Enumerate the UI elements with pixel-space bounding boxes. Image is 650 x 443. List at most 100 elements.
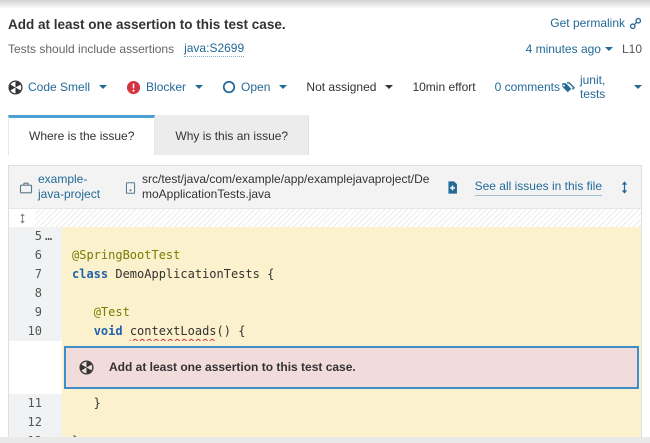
see-all-issues-link[interactable]: See all issues in this file — [475, 179, 602, 196]
chevron-down-icon — [195, 85, 203, 89]
code-smell-icon — [8, 80, 23, 95]
chevron-down-icon — [385, 85, 393, 89]
type-dropdown[interactable]: Code Smell — [8, 80, 107, 95]
status-label: Open — [241, 80, 270, 94]
code-token — [72, 324, 94, 338]
line-ref: L10 — [622, 42, 642, 56]
rule-description: Tests should include assertions — [8, 42, 174, 56]
code-text: } — [62, 394, 641, 413]
tags-label: junit, tests — [580, 73, 625, 101]
code-token: DemoApplicationTests { — [108, 267, 274, 281]
project-name: example-java-project — [38, 172, 112, 202]
code-token: void — [94, 324, 123, 338]
tab-why-is-this-an-issue[interactable]: Why is this an issue? — [155, 115, 309, 155]
chevron-down-icon — [605, 47, 613, 51]
line-gutter: 5… — [9, 227, 62, 246]
age-dropdown[interactable]: 4 minutes ago — [526, 42, 613, 56]
code-token: contextLoads — [130, 324, 217, 338]
pin-file-icon[interactable] — [618, 180, 631, 195]
get-permalink-link[interactable]: Get permalink — [550, 16, 642, 30]
severity-dropdown[interactable]: Blocker — [126, 80, 203, 95]
age-label: 4 minutes ago — [526, 42, 601, 56]
line-gutter: 10 — [9, 322, 62, 341]
file-header: example-java-project src/test/java/com/e… — [9, 166, 641, 209]
top-shadow — [0, 0, 650, 8]
code-token: @Test — [94, 305, 130, 319]
bottom-strip — [0, 437, 650, 443]
project-link[interactable]: example-java-project — [19, 172, 112, 202]
project-icon — [19, 173, 33, 202]
file-path: src/test/java/com/example/app/examplejav… — [124, 172, 434, 202]
code-token: class — [72, 267, 108, 281]
issue-subheader: Tests should include assertions java:S26… — [8, 41, 642, 57]
code-text: @SpringBootTest — [62, 246, 641, 265]
code-token — [123, 324, 130, 338]
code-text: class DemoApplicationTests { — [62, 265, 641, 284]
collapsed-lines-hatch — [35, 209, 641, 227]
issue-title: Add at least one assertion to this test … — [8, 16, 286, 33]
code-token — [72, 305, 94, 319]
issue-message-box[interactable]: Add at least one assertion to this test … — [64, 346, 639, 389]
issue-detail-page: Add at least one assertion to this test … — [0, 0, 650, 443]
line-number[interactable]: 11 — [9, 394, 42, 413]
assignee-label: Not assigned — [306, 80, 376, 94]
permalink-icon — [629, 17, 642, 30]
blocker-severity-icon — [126, 80, 141, 95]
line-number[interactable]: 5 — [9, 227, 42, 246]
expand-ellipsis[interactable]: … — [45, 227, 52, 246]
assignee-dropdown[interactable]: Not assigned — [306, 80, 393, 94]
code-text — [62, 227, 641, 246]
issue-message: Add at least one assertion to this test … — [109, 358, 356, 377]
chevron-down-icon — [634, 85, 642, 89]
code-smell-icon — [79, 360, 94, 375]
line-number[interactable]: 8 — [9, 284, 42, 303]
tags-dropdown[interactable]: junit, tests — [560, 73, 642, 101]
get-permalink-label: Get permalink — [550, 16, 625, 30]
line-number[interactable]: 9 — [9, 303, 42, 322]
line-number[interactable]: 12 — [9, 413, 42, 432]
issue-meta-bar: Code Smell Blocker Open Not assigned — [8, 73, 642, 101]
line-number[interactable]: 10 — [9, 322, 42, 341]
code-viewer-panel: example-java-project src/test/java/com/e… — [8, 165, 642, 443]
chevron-down-icon — [99, 85, 107, 89]
issue-tabs: Where is the issue? Why is this an issue… — [8, 115, 642, 155]
status-dropdown[interactable]: Open — [222, 80, 287, 94]
line-gutter — [9, 341, 62, 394]
comments-link[interactable]: 0 comments — [495, 80, 560, 94]
tag-icon — [560, 80, 575, 95]
code-line: 12 — [9, 413, 641, 432]
code-line: 9 @Test — [9, 303, 641, 322]
code-text: void contextLoads() { — [62, 322, 641, 341]
line-gutter: 11 — [9, 394, 62, 413]
code-line: 10 void contextLoads() { — [9, 322, 641, 341]
code-text: @Test — [62, 303, 641, 322]
code-text — [62, 284, 641, 303]
issue-line: Add at least one assertion to this test … — [9, 341, 641, 394]
open-status-icon — [222, 80, 236, 94]
code-line: 11 } — [9, 394, 641, 413]
expand-lines-icon[interactable] — [17, 212, 28, 225]
issue-header: Add at least one assertion to this test … — [8, 16, 642, 33]
line-number[interactable]: 6 — [9, 246, 42, 265]
effort-label: 10min effort — [412, 80, 475, 94]
code-lines: 5…6 @SpringBootTest 7 class DemoApplication… — [9, 227, 641, 443]
expand-lines-row — [9, 209, 641, 227]
line-gutter: 7 — [9, 265, 62, 284]
chevron-down-icon — [279, 85, 287, 89]
line-gutter: 8 — [9, 284, 62, 303]
line-number[interactable]: 7 — [9, 265, 42, 284]
code-line: 5… — [9, 227, 641, 246]
type-label: Code Smell — [28, 80, 90, 94]
code-text — [62, 413, 641, 432]
severity-label: Blocker — [146, 80, 186, 94]
code-line: 7 class DemoApplicationTests { — [9, 265, 641, 284]
code-line: 6 @SpringBootTest — [9, 246, 641, 265]
tab-where-is-the-issue[interactable]: Where is the issue? — [8, 115, 155, 155]
issue-inline-wrap: Add at least one assertion to this test … — [62, 341, 641, 394]
code-line: 8 — [9, 284, 641, 303]
code-token: () { — [217, 324, 246, 338]
file-icon — [124, 173, 137, 202]
copy-file-path-icon[interactable] — [446, 180, 459, 195]
rule-key-link[interactable]: java:S2699 — [184, 41, 244, 57]
line-gutter: 6 — [9, 246, 62, 265]
